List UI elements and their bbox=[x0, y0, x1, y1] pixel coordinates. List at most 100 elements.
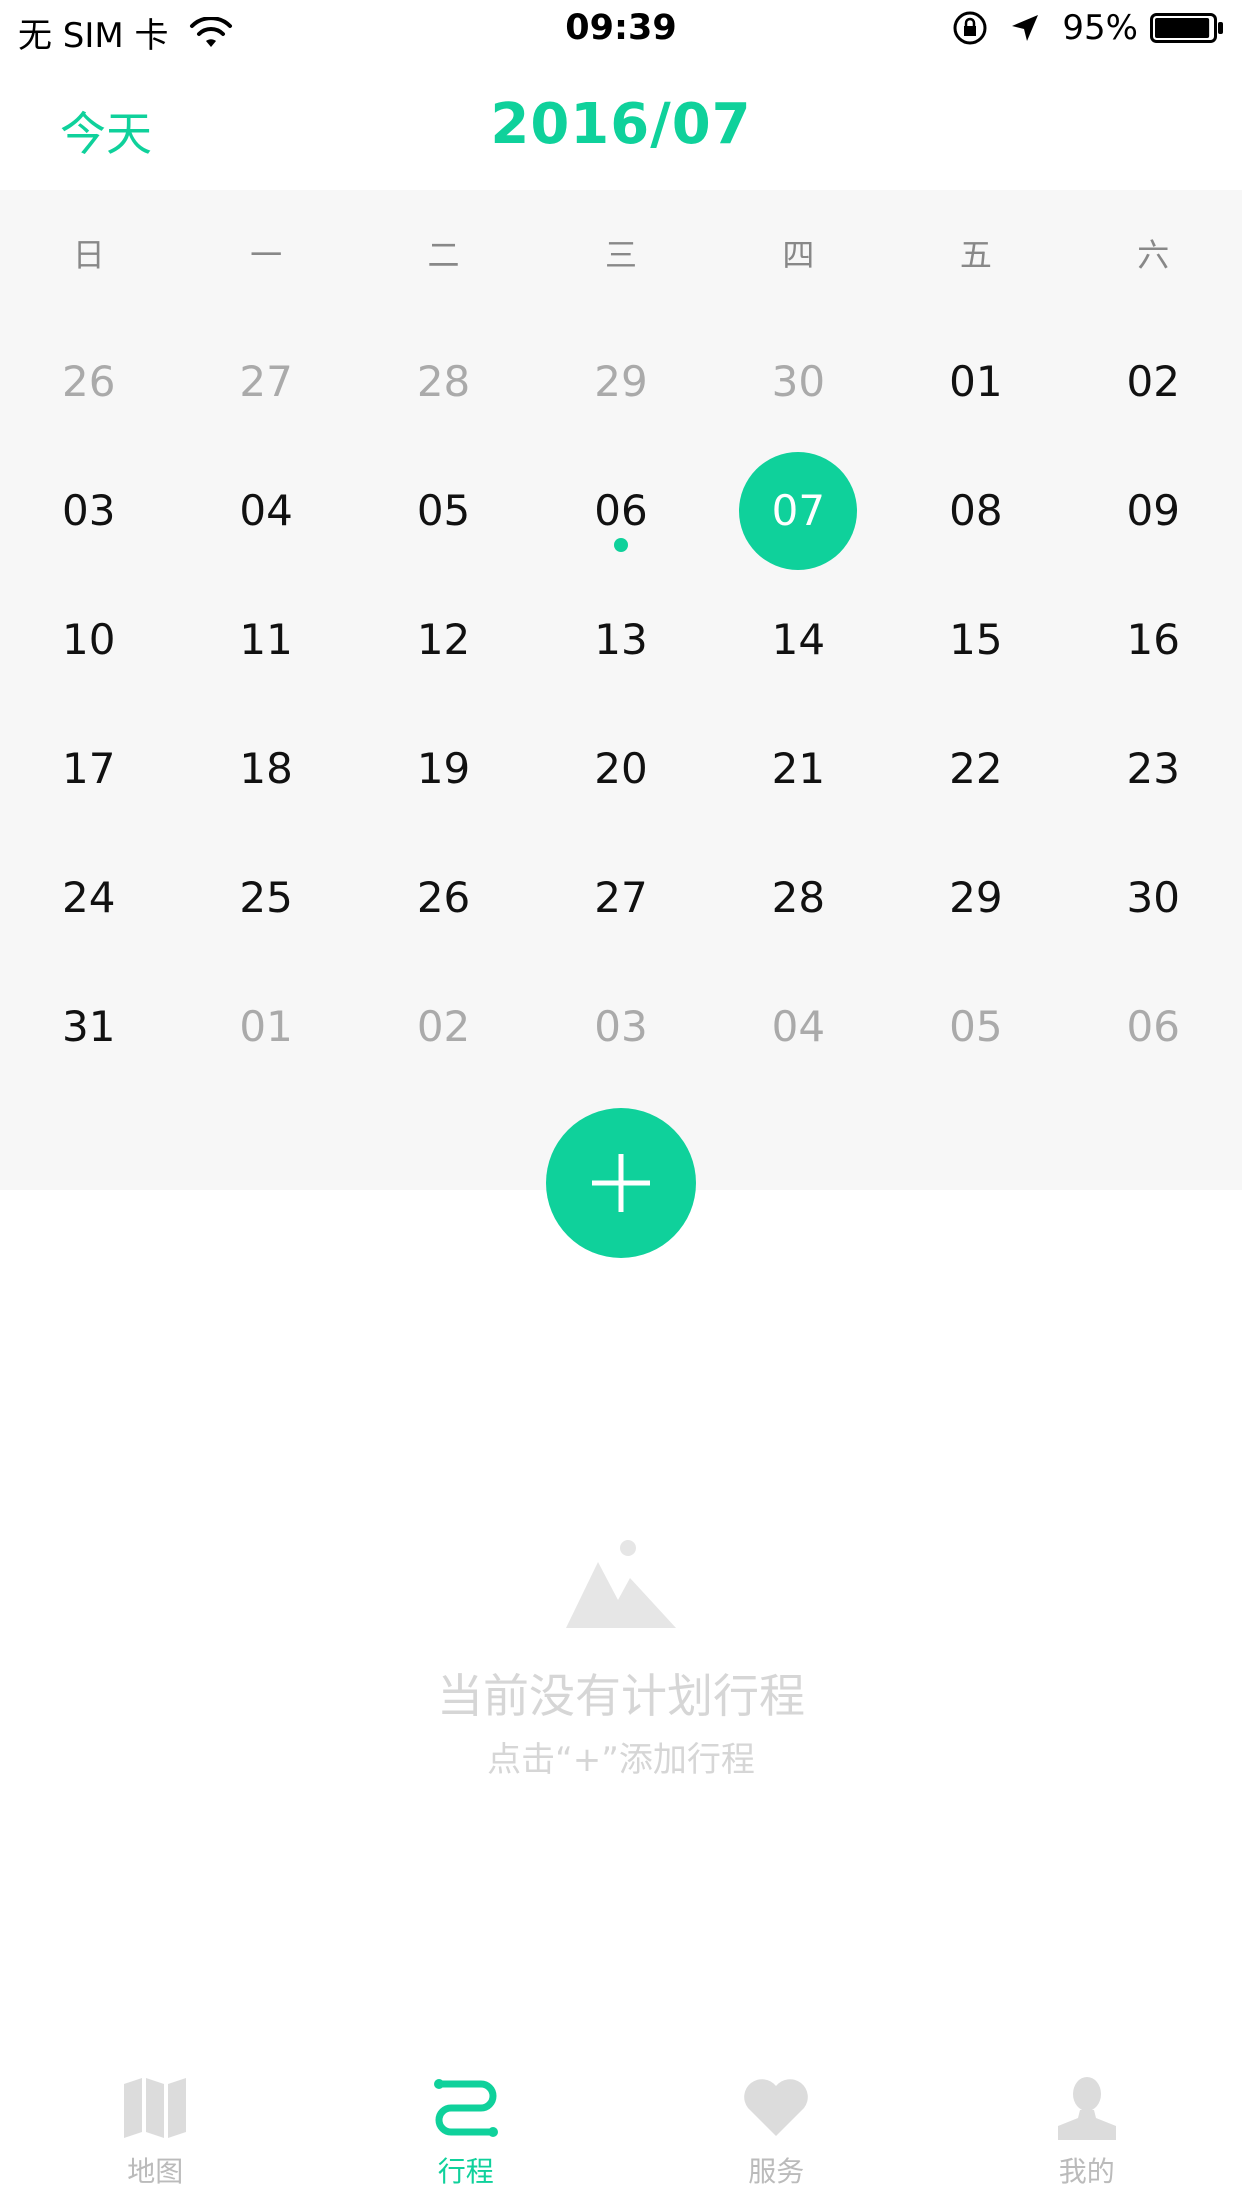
day-cell[interactable]: 13 bbox=[532, 575, 709, 704]
weekday-label: 五 bbox=[959, 236, 992, 274]
day-number: 03 bbox=[61, 486, 116, 535]
day-cell[interactable]: 23 bbox=[1065, 704, 1242, 833]
map-icon bbox=[124, 2078, 187, 2138]
day-cell[interactable]: 27 bbox=[532, 833, 709, 962]
day-cell[interactable]: 24 bbox=[0, 833, 177, 962]
day-cell[interactable]: 26 bbox=[0, 317, 177, 446]
day-number: 05 bbox=[416, 486, 471, 535]
day-cell[interactable]: 05 bbox=[355, 446, 532, 575]
day-number: 07 bbox=[771, 486, 826, 535]
day-cell[interactable]: 09 bbox=[1065, 446, 1242, 575]
day-cell[interactable]: 01 bbox=[887, 317, 1064, 446]
day-number: 01 bbox=[949, 357, 1003, 406]
day-number: 23 bbox=[1126, 744, 1180, 793]
tab-label: 地图 bbox=[127, 2155, 184, 2188]
day-cell[interactable]: 19 bbox=[355, 704, 532, 833]
day-number: 30 bbox=[1126, 873, 1180, 922]
day-number: 13 bbox=[594, 615, 648, 664]
add-trip-button[interactable] bbox=[546, 1108, 696, 1258]
day-cell[interactable]: 31 bbox=[0, 962, 177, 1091]
tab-label: 我的 bbox=[1058, 2155, 1115, 2188]
day-cell[interactable]: 21 bbox=[710, 704, 887, 833]
day-cell[interactable]: 03 bbox=[532, 962, 709, 1091]
day-number: 19 bbox=[416, 744, 471, 793]
status-bar: 无 SIM 卡 09:39 95% bbox=[0, 0, 1242, 60]
day-number: 22 bbox=[949, 744, 1003, 793]
day-cell[interactable]: 06 bbox=[1065, 962, 1242, 1091]
week-row: 17 18 19 20 21 22 23 bbox=[0, 704, 1242, 833]
day-cell[interactable]: 11 bbox=[177, 575, 354, 704]
day-number: 02 bbox=[1126, 357, 1180, 406]
weekday-label: 一 bbox=[250, 236, 283, 274]
day-cell[interactable]: 08 bbox=[887, 446, 1064, 575]
day-number: 28 bbox=[416, 357, 471, 406]
weekday-label: 三 bbox=[604, 236, 637, 274]
day-number: 18 bbox=[239, 744, 293, 793]
day-cell[interactable]: 02 bbox=[1065, 317, 1242, 446]
day-cell[interactable]: 04 bbox=[710, 962, 887, 1091]
status-right: 95% bbox=[952, 8, 1224, 48]
day-cell[interactable]: 04 bbox=[177, 446, 354, 575]
tab-profile[interactable]: 我的 bbox=[932, 2068, 1242, 2208]
mountain-image-icon bbox=[566, 1540, 676, 1628]
tab-bar: 地图 行程 服务 我的 bbox=[0, 2068, 1242, 2208]
day-cell[interactable]: 30 bbox=[1065, 833, 1242, 962]
day-cell[interactable]: 30 bbox=[710, 317, 887, 446]
day-number: 25 bbox=[239, 873, 293, 922]
day-cell[interactable]: 28 bbox=[710, 833, 887, 962]
tab-itinerary[interactable]: 行程 bbox=[311, 2068, 622, 2208]
heart-icon bbox=[744, 2079, 809, 2136]
day-number: 09 bbox=[1126, 486, 1180, 535]
day-cell[interactable]: 26 bbox=[355, 833, 532, 962]
day-cell[interactable]: 05 bbox=[887, 962, 1064, 1091]
day-cell[interactable]: 16 bbox=[1065, 575, 1242, 704]
tab-map[interactable]: 地图 bbox=[0, 2068, 311, 2208]
plus-icon bbox=[592, 1154, 650, 1212]
day-cell[interactable]: 02 bbox=[355, 962, 532, 1091]
day-number: 20 bbox=[594, 744, 648, 793]
day-cell[interactable]: 10 bbox=[0, 575, 177, 704]
day-number: 21 bbox=[771, 744, 826, 793]
day-cell[interactable]: 22 bbox=[887, 704, 1064, 833]
week-row: 10 11 12 13 14 15 16 bbox=[0, 575, 1242, 704]
day-cell-selected[interactable]: 07 bbox=[710, 446, 887, 575]
day-cell[interactable]: 18 bbox=[177, 704, 354, 833]
day-number: 03 bbox=[594, 1002, 648, 1051]
itinerary-icon bbox=[433, 2079, 498, 2137]
location-icon bbox=[1012, 15, 1039, 41]
day-number: 04 bbox=[239, 486, 293, 535]
battery-icon bbox=[1150, 13, 1223, 43]
week-row: 24 25 26 27 28 29 30 bbox=[0, 833, 1242, 962]
tab-label: 服务 bbox=[748, 2155, 805, 2188]
day-cell[interactable]: 29 bbox=[887, 833, 1064, 962]
weekday-header: 日 一 二 三 四 五 六 bbox=[0, 230, 1242, 280]
day-cell[interactable]: 25 bbox=[177, 833, 354, 962]
day-cell[interactable]: 12 bbox=[355, 575, 532, 704]
day-cell[interactable]: 15 bbox=[887, 575, 1064, 704]
day-cell[interactable]: 01 bbox=[177, 962, 354, 1091]
day-cell[interactable]: 06 bbox=[532, 446, 709, 575]
weekday-label: 四 bbox=[782, 236, 815, 274]
day-number: 29 bbox=[949, 873, 1003, 922]
day-number: 06 bbox=[594, 486, 648, 535]
tab-service[interactable]: 服务 bbox=[621, 2068, 932, 2208]
day-number: 17 bbox=[61, 744, 116, 793]
day-cell[interactable]: 20 bbox=[532, 704, 709, 833]
day-cell[interactable]: 28 bbox=[355, 317, 532, 446]
rotation-lock-icon bbox=[953, 11, 987, 45]
day-cell[interactable]: 14 bbox=[710, 575, 887, 704]
day-cell[interactable]: 17 bbox=[0, 704, 177, 833]
day-cell[interactable]: 27 bbox=[177, 317, 354, 446]
week-row: 03 04 05 06 07 08 09 bbox=[0, 446, 1242, 575]
day-cell[interactable]: 03 bbox=[0, 446, 177, 575]
day-number: 14 bbox=[771, 615, 826, 664]
tab-label: 行程 bbox=[437, 2155, 494, 2188]
day-cell[interactable]: 29 bbox=[532, 317, 709, 446]
day-number: 26 bbox=[416, 873, 471, 922]
weekday-label: 二 bbox=[427, 236, 460, 274]
day-number: 06 bbox=[1126, 1002, 1180, 1051]
profile-icon bbox=[1057, 2077, 1116, 2140]
day-number: 30 bbox=[771, 357, 826, 406]
month-title: 2016/07 bbox=[490, 92, 752, 157]
calendar-header: 今天 2016/07 bbox=[0, 60, 1242, 190]
